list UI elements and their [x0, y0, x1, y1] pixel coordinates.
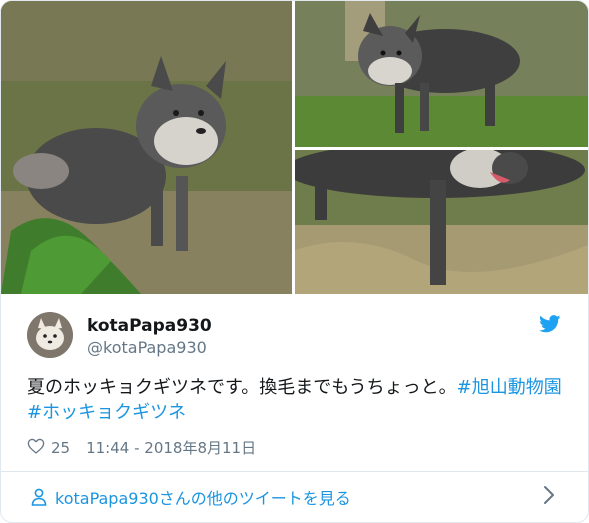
tweet-meta: 25 11:44 - 2018年8月11日 [27, 437, 256, 458]
photo-grid: i [1, 1, 588, 294]
more-tweets-label[interactable]: kotaPapa930さんの他のツイートを見る [55, 485, 351, 509]
avatar[interactable] [27, 312, 73, 358]
fox-walking-illustration [295, 150, 588, 294]
chevron-right-icon[interactable] [543, 485, 555, 509]
hashtag-asahiyama-zoo[interactable]: #旭山動物園 [457, 377, 562, 398]
tweet-text: 夏のホッキョクギツネです。換毛までもうちょっと。#旭山動物園 #ホッキョクギツネ [27, 375, 567, 425]
tweet-body: 夏のホッキョクギツネです。換毛までもうちょっと。 [27, 377, 457, 398]
like-count[interactable]: 25 [51, 439, 70, 457]
fox-standing-illustration [295, 1, 588, 147]
tweet-card[interactable]: i [0, 0, 589, 523]
fox-avatar-icon [27, 312, 73, 358]
divider [1, 471, 588, 472]
photo-fox-sitting[interactable] [1, 1, 292, 294]
author-name[interactable]: kotaPapa930 [87, 316, 212, 336]
photo-fox-walking[interactable] [295, 150, 588, 294]
author-block[interactable]: kotaPapa930 @kotaPapa930 [27, 312, 567, 362]
twitter-bird-icon[interactable] [539, 315, 561, 337]
photo-fox-standing[interactable]: i [295, 1, 588, 147]
fox-sitting-illustration [1, 1, 292, 294]
heart-icon[interactable] [27, 438, 45, 458]
timestamp[interactable]: 11:44 - 2018年8月11日 [86, 437, 256, 458]
author-handle[interactable]: @kotaPapa930 [87, 338, 207, 357]
person-icon [31, 488, 47, 506]
more-tweets-link[interactable]: kotaPapa930さんの他のツイートを見る [31, 485, 561, 509]
hashtag-arctic-fox[interactable]: #ホッキョクギツネ [27, 402, 186, 423]
